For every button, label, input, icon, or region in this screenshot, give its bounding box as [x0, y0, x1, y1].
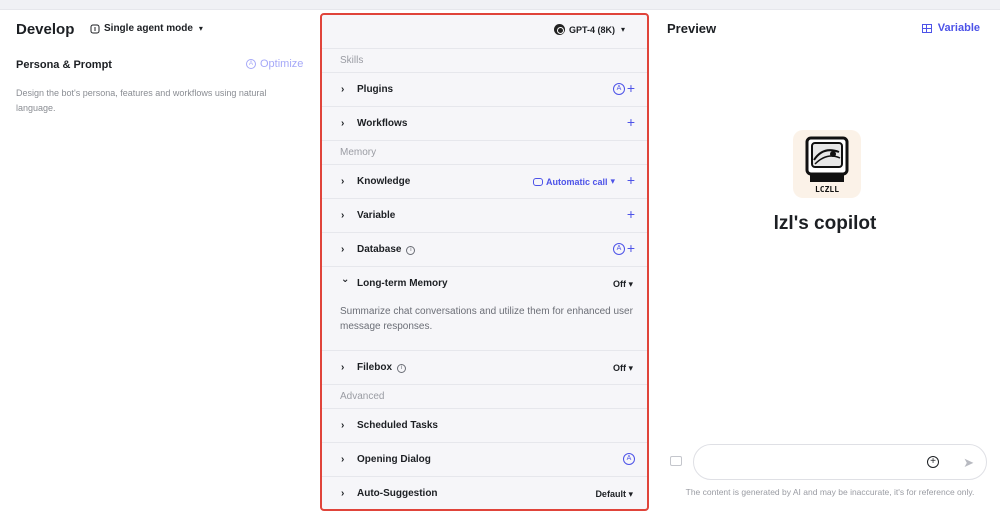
persona-prompt-title: Persona & Prompt [16, 59, 112, 71]
variable-button-label: Variable [937, 22, 980, 34]
filebox-dropdown[interactable]: Off ▾ [613, 363, 633, 374]
bot-logo-icon: LCZLL [805, 136, 849, 194]
row-workflows[interactable]: › Workflows + [322, 107, 647, 141]
optimize-button[interactable]: A Optimize [246, 58, 303, 70]
chevron-right-icon: › [341, 210, 345, 221]
model-label: GPT-4 (8K) [568, 24, 615, 35]
info-icon[interactable]: i [397, 364, 407, 373]
develop-panel: Develop Single agent mode ▾ Persona & Pr… [0, 10, 320, 515]
auto-icon[interactable]: A [613, 83, 625, 95]
auto-icon[interactable]: A [623, 453, 635, 465]
ai-disclaimer: The content is generated by AI and may b… [685, 487, 975, 497]
row-variable[interactable]: › Variable + [322, 199, 647, 233]
row-database[interactable]: › Database i A + [322, 233, 647, 267]
chevron-down-icon: ▾ [620, 25, 625, 34]
auto-icon[interactable]: A [613, 243, 625, 255]
variable-button[interactable]: Variable [921, 22, 980, 34]
bot-name: lzl's copilot [773, 213, 877, 234]
gamepad-icon [532, 177, 543, 186]
preview-panel: Preview Variable LCZLL lzl's copilot + ➤… [650, 10, 1000, 515]
chevron-right-icon: › [341, 420, 345, 431]
chevron-right-icon: › [341, 118, 345, 129]
info-icon[interactable]: i [406, 246, 416, 255]
persona-prompt-input[interactable]: Design the bot's persona, features and w… [16, 86, 286, 116]
agent-mode-dropdown[interactable]: Single agent mode ▾ [90, 23, 203, 34]
top-bar [0, 0, 1000, 10]
row-label-opening-dialog: Opening Dialog [357, 454, 431, 465]
add-attachment-button[interactable]: + [927, 456, 939, 468]
chevron-right-icon: › [341, 176, 345, 187]
optimize-icon: A [246, 59, 256, 69]
openai-icon [553, 24, 565, 35]
add-variable-button[interactable]: + [627, 207, 635, 221]
add-workflow-button[interactable]: + [627, 115, 635, 129]
row-knowledge[interactable]: › Knowledge Automatic call ▾ + [322, 165, 647, 199]
section-skills: Skills [322, 49, 647, 73]
chevron-down-icon: ▾ [198, 24, 203, 33]
add-plugin-button[interactable]: + [627, 81, 635, 95]
agent-mode-icon [90, 24, 100, 33]
row-auto-suggestion[interactable]: › Auto-Suggestion Default ▾ [322, 477, 647, 509]
add-database-button[interactable]: + [627, 241, 635, 255]
row-label-filebox: Filebox i [357, 362, 407, 373]
table-icon [921, 23, 932, 33]
chevron-right-icon: › [341, 362, 345, 373]
long-term-memory-description: Summarize chat conversations and utilize… [340, 306, 633, 332]
bot-logo-text: LCZLL [815, 185, 839, 194]
row-label-database: Database i [357, 244, 416, 255]
preview-title: Preview [667, 21, 717, 36]
row-plugins[interactable]: › Plugins A + [322, 73, 647, 107]
chevron-down-icon: ⌄ [341, 274, 350, 285]
row-label-knowledge: Knowledge [357, 176, 411, 187]
section-memory: Memory [322, 141, 647, 165]
model-selector[interactable]: GPT-4 (8K) ▾ [553, 24, 625, 35]
add-knowledge-button[interactable]: + [627, 173, 635, 187]
chevron-right-icon: › [341, 244, 345, 255]
row-label-long-term-memory: Long-term Memory [357, 278, 448, 289]
auto-suggestion-dropdown[interactable]: Default ▾ [595, 489, 633, 500]
knowledge-call-dropdown[interactable]: Automatic call ▾ [532, 176, 615, 187]
row-label-workflows: Workflows [357, 118, 408, 129]
row-opening-dialog[interactable]: › Opening Dialog A [322, 443, 647, 477]
optimize-label: Optimize [260, 58, 304, 70]
chevron-right-icon: › [341, 84, 345, 95]
config-header: GPT-4 (8K) ▾ [322, 15, 647, 49]
row-scheduled-tasks[interactable]: › Scheduled Tasks [322, 409, 647, 443]
develop-title: Develop [16, 21, 75, 38]
row-filebox[interactable]: › Filebox i Off ▾ [322, 351, 647, 385]
agent-mode-label: Single agent mode [104, 23, 193, 34]
row-label-auto-suggestion: Auto-Suggestion [357, 488, 438, 499]
send-icon[interactable]: ➤ [963, 455, 974, 471]
section-advanced: Advanced [322, 385, 647, 409]
bot-avatar: LCZLL [793, 130, 861, 198]
row-label-variable: Variable [357, 210, 396, 221]
chat-input[interactable]: + ➤ [693, 444, 987, 480]
chevron-right-icon: › [341, 488, 345, 499]
knowledge-call-label: Automatic call [545, 176, 608, 187]
config-panel: GPT-4 (8K) ▾ Skills › Plugins A + › Work… [320, 13, 649, 511]
row-label-plugins: Plugins [357, 84, 394, 95]
bot-icon[interactable] [670, 456, 682, 466]
chevron-right-icon: › [341, 454, 345, 465]
chevron-down-icon: ▾ [610, 176, 615, 186]
long-term-memory-dropdown[interactable]: Off ▾ [613, 279, 633, 290]
row-label-scheduled-tasks: Scheduled Tasks [357, 420, 438, 431]
